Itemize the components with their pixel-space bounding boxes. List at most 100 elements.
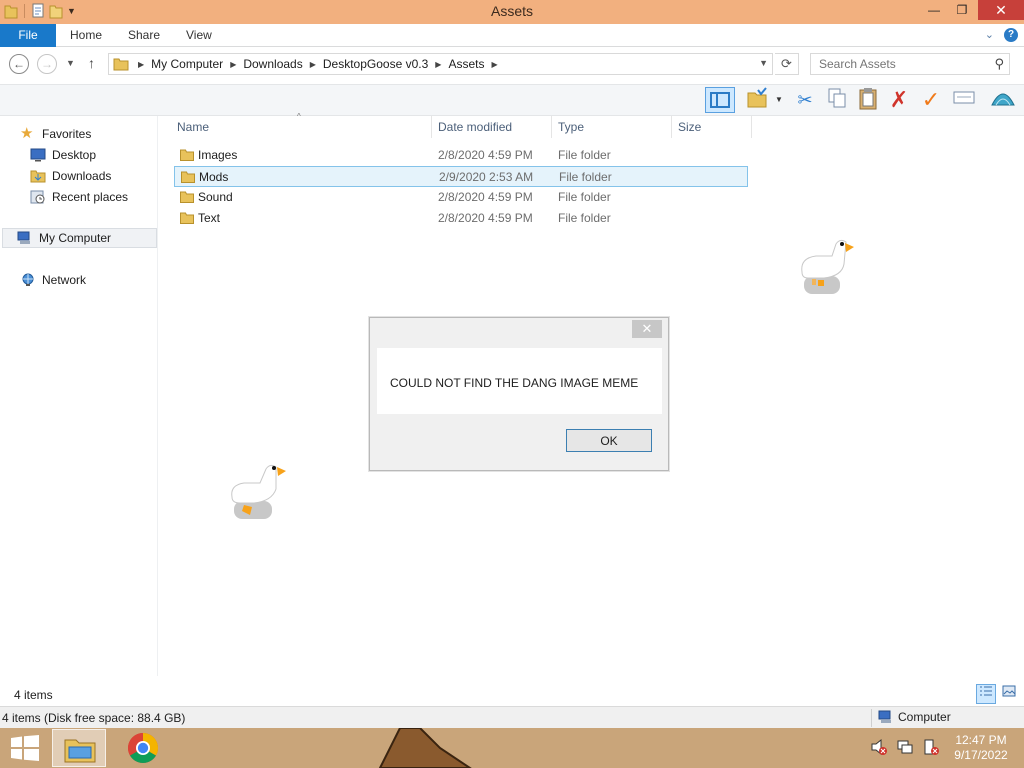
window-title: Assets: [490, 3, 533, 19]
recent-places-icon: [30, 190, 45, 204]
breadcrumb-item[interactable]: Downloads: [243, 57, 302, 71]
customize-toolbar-icon[interactable]: ▼: [67, 6, 76, 16]
help-icon[interactable]: ?: [1004, 28, 1018, 42]
paste-button[interactable]: [855, 87, 881, 113]
copy-button[interactable]: [824, 87, 850, 113]
tab-file[interactable]: File: [0, 24, 56, 47]
column-header-type[interactable]: Type: [558, 116, 584, 138]
expand-ribbon-icon[interactable]: ⌄: [985, 28, 994, 42]
quick-access-toolbar: ▼: [4, 3, 76, 19]
taskbar-file-explorer[interactable]: [52, 729, 106, 767]
tab-home[interactable]: Home: [70, 24, 102, 47]
file-row-mods[interactable]: Mods 2/9/2020 2:53 AM File folder: [174, 166, 748, 187]
file-row-sound[interactable]: Sound 2/8/2020 4:59 PM File folder: [174, 187, 748, 208]
forward-button[interactable]: →: [37, 54, 57, 74]
sidebar-item-my-computer[interactable]: My Computer: [2, 228, 157, 248]
address-bar[interactable]: ▶ My Computer ▶ Downloads ▶ DesktopGoose…: [108, 53, 773, 75]
delete-icon[interactable]: ✗: [886, 87, 912, 113]
status-bar: 4 items: [0, 684, 1024, 706]
breadcrumb-item[interactable]: Assets: [448, 57, 484, 71]
breadcrumb-item[interactable]: DesktopGoose v0.3: [323, 57, 428, 71]
file-name: Sound: [198, 190, 233, 204]
address-dropdown-icon[interactable]: ▼: [759, 58, 768, 68]
breadcrumb: ▶ My Computer ▶ Downloads ▶ DesktopGoose…: [131, 57, 505, 71]
search-input[interactable]: [819, 54, 989, 74]
column-divider[interactable]: [751, 116, 752, 138]
shell-icon: [991, 93, 1015, 106]
taskbar-clock[interactable]: 12:47 PM 9/17/2022: [950, 733, 1012, 763]
location-label: Computer: [898, 710, 951, 724]
navigation-bar: ← → ▼ ↑ ▶ My Computer ▶ Downloads ▶ Desk…: [0, 48, 1024, 84]
column-divider[interactable]: [551, 116, 552, 138]
chevron-right-icon[interactable]: ▶: [435, 60, 441, 69]
preview-pane-button[interactable]: [705, 87, 735, 113]
details-bar: 4 items (Disk free space: 88.4 GB) Compu…: [0, 706, 1024, 728]
refresh-button[interactable]: ⟳: [775, 53, 799, 75]
close-button[interactable]: ✕: [978, 0, 1024, 20]
rename-button[interactable]: [951, 87, 977, 113]
error-dialog: ✕ COULD NOT FIND THE DANG IMAGE MEME OK: [369, 317, 669, 471]
maximize-button[interactable]: ❐: [948, 0, 976, 20]
column-header-size[interactable]: Size: [678, 116, 701, 138]
cut-icon[interactable]: ✂: [792, 87, 818, 113]
recent-locations-dropdown[interactable]: ▼: [66, 58, 75, 68]
chevron-right-icon[interactable]: ▶: [230, 60, 236, 69]
large-icons-view-button[interactable]: [999, 684, 1019, 704]
column-header-name[interactable]: Name: [177, 116, 209, 138]
goose-sprite[interactable]: [794, 236, 858, 298]
action-center-icon[interactable]: [922, 738, 940, 756]
search-box[interactable]: ⚲: [810, 53, 1010, 75]
item-count: 4 items: [14, 688, 53, 702]
file-name: Mods: [199, 170, 229, 184]
sidebar-item-downloads[interactable]: Downloads: [30, 166, 111, 186]
folder-options-button[interactable]: [744, 87, 770, 113]
chevron-right-icon[interactable]: ▶: [138, 60, 144, 69]
new-folder-icon[interactable]: [49, 3, 63, 19]
goose-wallpaper-image: [378, 728, 472, 768]
ok-button[interactable]: OK: [566, 429, 652, 452]
details-view-button[interactable]: [976, 684, 996, 704]
taskbar-chrome[interactable]: [116, 729, 170, 767]
rename-icon: [953, 91, 975, 104]
tab-view[interactable]: View: [186, 24, 212, 47]
shell-button[interactable]: [990, 87, 1016, 113]
chevron-right-icon[interactable]: ▶: [310, 60, 316, 69]
search-icon[interactable]: ⚲: [994, 56, 1004, 72]
folder-options-dropdown-icon[interactable]: ▼: [775, 95, 783, 104]
file-name: Images: [198, 148, 238, 162]
column-header-date[interactable]: Date modified: [438, 116, 512, 138]
up-button[interactable]: ↑: [88, 55, 95, 71]
back-button[interactable]: ←: [9, 54, 29, 74]
windows-logo-icon: [11, 735, 39, 761]
file-row-text[interactable]: Text 2/8/2020 4:59 PM File folder: [174, 208, 748, 229]
folder-icon: [180, 191, 194, 203]
details-view-icon: [980, 686, 992, 696]
chevron-right-icon[interactable]: ▶: [491, 60, 497, 69]
sidebar-item-network[interactable]: Network: [20, 270, 86, 290]
folder-icon[interactable]: [4, 3, 18, 19]
column-divider[interactable]: [431, 116, 432, 138]
folder-icon: [180, 149, 194, 161]
start-button[interactable]: [0, 728, 48, 768]
breadcrumb-item[interactable]: My Computer: [151, 57, 223, 71]
sidebar-item-favorites[interactable]: ★ Favorites: [20, 124, 91, 144]
star-icon: ★: [20, 125, 34, 142]
minimize-button[interactable]: —: [920, 0, 948, 20]
folder-icon: [180, 212, 194, 224]
volume-muted-icon[interactable]: [870, 738, 888, 756]
computer-icon: [878, 710, 891, 723]
computer-icon: [17, 231, 30, 244]
downloads-folder-icon: [30, 170, 46, 183]
checkmark-icon[interactable]: ✓: [918, 87, 944, 113]
file-explorer-icon: [64, 739, 96, 763]
properties-icon[interactable]: [31, 3, 45, 19]
file-row-images[interactable]: Images 2/8/2020 4:59 PM File folder: [174, 145, 748, 166]
column-divider[interactable]: [671, 116, 672, 138]
file-type: File folder: [558, 148, 611, 162]
network-status-icon[interactable]: [896, 738, 914, 756]
goose-sprite[interactable]: [228, 461, 292, 523]
tab-share[interactable]: Share: [128, 24, 160, 47]
dialog-close-button[interactable]: ✕: [632, 320, 662, 338]
sidebar-item-recent-places[interactable]: Recent places: [30, 187, 128, 207]
sidebar-item-desktop[interactable]: Desktop: [30, 145, 96, 165]
